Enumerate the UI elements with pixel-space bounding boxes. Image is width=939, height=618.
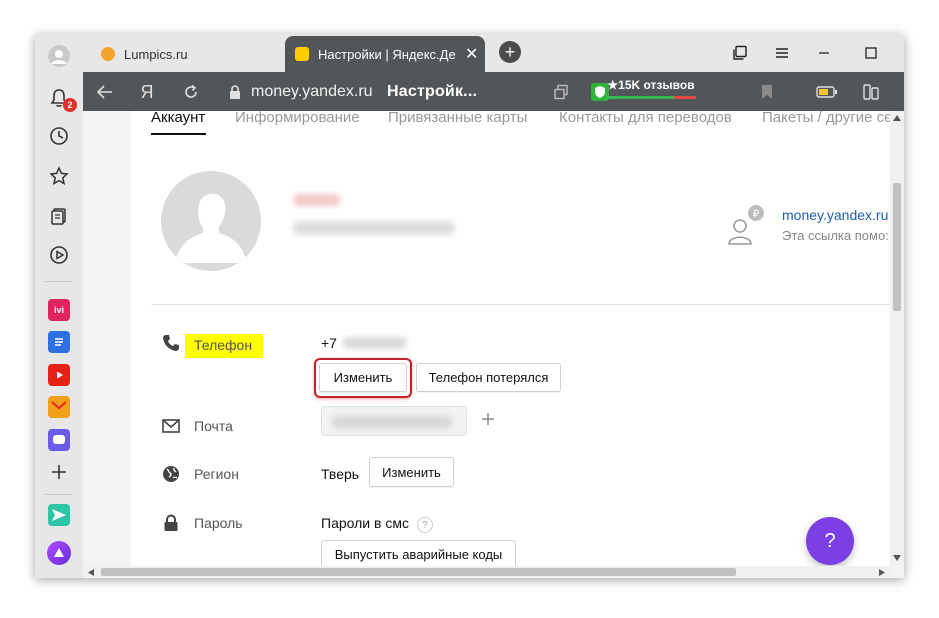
subnav-transfer-contacts[interactable]: Контакты для переводов <box>559 111 732 126</box>
menu-icon[interactable] <box>771 42 793 64</box>
profile-link-url[interactable]: money.yandex.ru <box>782 207 888 223</box>
ivi-app-icon[interactable]: ivi <box>48 299 70 321</box>
tab-title: Lumpics.ru <box>124 46 188 62</box>
phone-lost-button[interactable]: Телефон потерялся <box>416 363 561 392</box>
lumpics-favicon-icon <box>101 47 115 61</box>
reviews-label: ★15K отзывов <box>607 78 695 92</box>
page-viewport: Аккаунт Информирование Привязанные карты… <box>83 111 904 578</box>
alice-assistant-icon[interactable] <box>43 537 75 569</box>
blurred-email-value <box>332 416 452 428</box>
address-page-title[interactable]: Настройк... <box>387 83 477 101</box>
collections-icon[interactable] <box>43 200 75 232</box>
scroll-up-icon[interactable] <box>893 115 901 121</box>
browser-window: 2 ivi Lumpics.ru Настройки | Яндекс.Де ✕… <box>35 34 904 578</box>
tabs-icon[interactable] <box>729 42 751 64</box>
blurred-phone-number <box>343 337 407 349</box>
tab-lumpics[interactable]: Lumpics.ru <box>91 36 271 72</box>
browser-sidebar: 2 ivi <box>35 34 83 578</box>
scroll-down-icon[interactable] <box>893 555 901 561</box>
profile-avatar[interactable] <box>43 40 75 72</box>
region-label: Регион <box>194 466 239 482</box>
back-arrow-icon[interactable] <box>93 80 117 104</box>
help-button[interactable]: ? <box>806 517 854 565</box>
globe-icon <box>161 464 181 484</box>
email-label: Почта <box>194 418 233 434</box>
phone-label: Телефон <box>194 337 253 353</box>
add-app-icon[interactable] <box>43 456 75 488</box>
reload-icon[interactable] <box>179 80 203 104</box>
add-email-button[interactable]: + <box>481 406 495 434</box>
download-icon[interactable] <box>903 80 904 104</box>
padlock-icon <box>161 513 181 533</box>
notification-badge: 2 <box>63 98 77 112</box>
subnav-active-underline <box>151 133 206 135</box>
subnav-packages[interactable]: Пакеты / другие сє <box>762 111 892 126</box>
phone-value: +7 <box>321 335 337 351</box>
svg-text:₽: ₽ <box>753 209 760 220</box>
yandex-logo-icon[interactable]: Я <box>135 80 159 104</box>
sidebar-divider-2 <box>45 494 73 495</box>
vertical-scroll-thumb[interactable] <box>893 183 901 311</box>
subnav-notifications[interactable]: Информирование <box>235 111 360 126</box>
bookmarks-star-icon[interactable] <box>43 160 75 192</box>
address-domain[interactable]: money.yandex.ru <box>251 83 373 101</box>
copy-link-icon[interactable] <box>549 80 573 104</box>
email-field[interactable] <box>321 406 467 436</box>
change-phone-button[interactable]: Изменить <box>319 363 407 392</box>
settings-content: Аккаунт Информирование Привязанные карты… <box>131 111 892 568</box>
scroll-left-icon[interactable] <box>88 569 94 576</box>
bell-icon[interactable]: 2 <box>43 82 77 114</box>
maximize-icon[interactable] <box>860 42 882 64</box>
send-app-icon[interactable] <box>48 504 70 526</box>
password-value: Пароли в смс <box>321 515 409 531</box>
minimize-icon[interactable] <box>813 42 835 64</box>
browser-toolbar: Я money.yandex.ru Настройк... ★15K отзыв… <box>83 72 904 111</box>
youtube-app-icon[interactable] <box>48 364 70 386</box>
reviews-rating-bar <box>606 96 696 99</box>
close-tab-icon[interactable]: ✕ <box>465 44 478 64</box>
horizontal-scrollbar[interactable] <box>83 566 890 578</box>
docs-app-icon[interactable] <box>48 331 70 353</box>
horizontal-scroll-thumb[interactable] <box>101 568 736 576</box>
region-value: Тверь <box>321 466 360 482</box>
emergency-codes-button[interactable]: Выпустить аварийные коды <box>321 540 516 568</box>
extensions-icon[interactable] <box>859 80 883 104</box>
mail-app-icon[interactable] <box>48 396 70 418</box>
vertical-scrollbar[interactable] <box>890 111 904 566</box>
history-icon[interactable] <box>43 120 75 152</box>
bookmark-icon[interactable] <box>755 80 779 104</box>
profile-link-person-icon: ₽ <box>725 204 765 246</box>
section-divider <box>151 304 890 305</box>
password-hint-icon[interactable]: ? <box>417 517 433 533</box>
blurred-username <box>293 194 341 206</box>
yandex-money-favicon-icon <box>295 47 309 61</box>
messenger-app-icon[interactable] <box>48 429 70 451</box>
tab-strip: Lumpics.ru Настройки | Яндекс.Де ✕ + <box>83 34 904 72</box>
reviews-widget[interactable]: ★15K отзывов <box>603 78 699 104</box>
password-label: Пароль <box>194 515 243 531</box>
scroll-right-icon[interactable] <box>879 569 885 576</box>
tab-settings[interactable]: Настройки | Яндекс.Де ✕ <box>285 36 485 72</box>
play-icon[interactable] <box>43 239 75 271</box>
lock-icon[interactable] <box>223 80 247 104</box>
subnav-account[interactable]: Аккаунт <box>151 111 205 126</box>
new-tab-button[interactable]: + <box>499 41 521 63</box>
sidebar-divider <box>45 281 73 282</box>
phone-icon <box>161 333 181 353</box>
envelope-icon <box>161 416 181 436</box>
profile-link-hint: Эта ссылка помо: <box>782 228 889 243</box>
tab-title: Настройки | Яндекс.Де <box>318 46 456 62</box>
change-region-button[interactable]: Изменить <box>369 457 454 487</box>
avatar <box>161 171 261 271</box>
blurred-email <box>293 221 455 235</box>
subnav-linked-cards[interactable]: Привязанные карты <box>388 111 527 126</box>
battery-saver-icon[interactable] <box>815 80 839 104</box>
